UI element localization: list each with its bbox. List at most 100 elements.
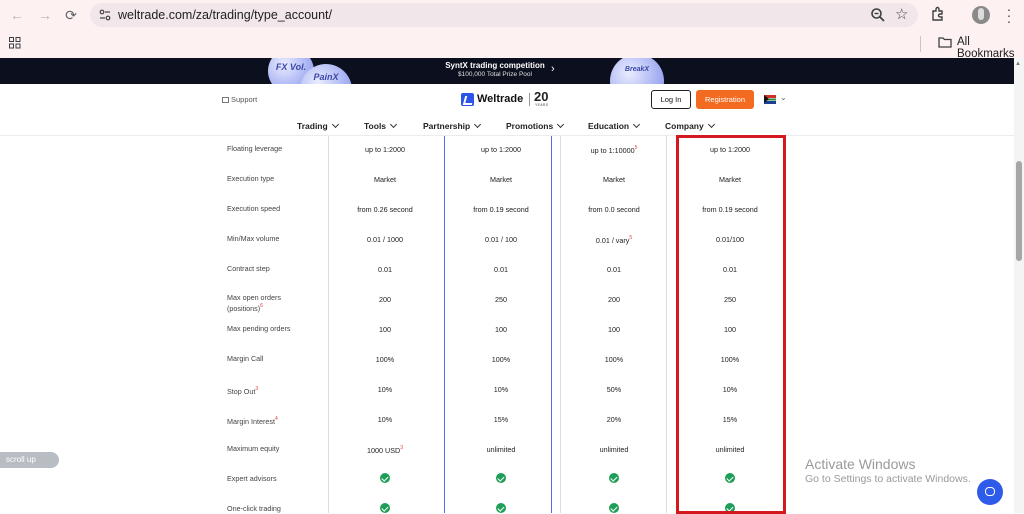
cell-value: 100 — [608, 325, 620, 334]
cell-c3: 200 — [559, 295, 669, 304]
registration-button[interactable]: Registration — [696, 90, 754, 109]
scroll-up-arrow-icon[interactable]: ▲ — [1015, 61, 1021, 67]
chevron-down-icon — [390, 120, 398, 129]
row-label: Min/Max volume — [227, 235, 317, 243]
site-header: Support Weltrade 20 YEARS Log In Registr… — [0, 84, 1014, 136]
scroll-up-button[interactable]: scroll up — [0, 452, 59, 468]
cell-value: 100 — [495, 325, 507, 334]
nav-education[interactable]: Education — [588, 120, 641, 131]
cell-c1: up to 1:2000 — [330, 145, 440, 154]
row-label: Max pending orders — [227, 325, 317, 333]
activate-subtitle: Go to Settings to activate Windows. — [805, 473, 971, 485]
row-label: Execution type — [227, 175, 317, 183]
footnote-mark[interactable]: 5 — [635, 145, 638, 151]
table-row: Max pending orders 100 100 100 100 — [0, 316, 1014, 346]
footnote-mark[interactable]: 6 — [260, 303, 263, 309]
cell-value: 0.01 — [607, 265, 621, 274]
cell-c3: 20% — [559, 415, 669, 424]
cell-c1: 0.01 — [330, 265, 440, 274]
folder-icon[interactable] — [938, 37, 952, 48]
nav-company[interactable]: Company — [665, 120, 715, 131]
row-label: One-click trading — [227, 505, 317, 513]
cell-value: up to 1:2000 — [481, 145, 521, 154]
cell-c3: 0.01 — [559, 265, 669, 274]
login-button[interactable]: Log In — [651, 90, 691, 109]
site-info-icon[interactable] — [99, 9, 111, 21]
apps-grid-icon[interactable] — [9, 37, 21, 49]
logo-divider — [529, 93, 530, 106]
south-africa-flag-icon — [764, 95, 776, 104]
row-label-text: Stop Out — [227, 387, 256, 396]
table-row: Margin Call 100% 100% 100% 100% — [0, 346, 1014, 376]
check-icon — [380, 503, 390, 513]
cell-value: up to 1:2000 — [365, 145, 405, 154]
support-label[interactable]: Support — [231, 95, 257, 104]
cell-c2: 100% — [446, 355, 556, 364]
cell-value: 0.01 / 100 — [485, 235, 517, 244]
row-label-text: Execution speed — [227, 204, 281, 213]
nav-promotions[interactable]: Promotions — [506, 120, 565, 131]
cell-value: from 0.0 second — [588, 205, 640, 214]
chat-icon — [222, 97, 229, 103]
footnote-mark[interactable]: 4 — [275, 416, 278, 422]
row-label-text: Margin Call — [227, 354, 264, 363]
nav-trading[interactable]: Trading — [297, 120, 339, 131]
nav-company-label[interactable]: Company — [665, 121, 704, 131]
cell-c2 — [446, 503, 556, 513]
extensions-icon[interactable] — [930, 6, 946, 22]
nav-partnership[interactable]: Partnership — [423, 120, 482, 131]
cell-c3: up to 1:100005 — [559, 145, 669, 155]
cell-c3: unlimited — [559, 445, 669, 454]
chevron-down-icon — [557, 120, 565, 129]
table-row: Max open orders (positions)6 200 250 200 250 — [0, 286, 1014, 316]
cell-value: 250 — [495, 295, 507, 304]
chevron-down-icon: ⌄ — [780, 93, 787, 102]
row-label-text: Contract step — [227, 264, 270, 273]
cell-value: 50% — [606, 385, 622, 394]
row-label-text: Floating leverage — [227, 144, 283, 153]
cell-c1 — [330, 473, 440, 485]
cell-value: from 0.19 second — [473, 205, 529, 214]
row-label: Contract step — [227, 265, 317, 273]
nav-tools-label[interactable]: Tools — [364, 121, 386, 131]
url-text[interactable]: weltrade.com/za/trading/type_account/ — [118, 8, 332, 22]
cell-value: 0.01 / vary — [595, 236, 630, 245]
promo-banner[interactable]: FX Vol. PainX BreakX SyntX trading compe… — [0, 58, 1014, 84]
cell-c3: 100% — [559, 355, 669, 364]
chevron-right-icon[interactable]: › — [551, 63, 555, 75]
reload-icon[interactable]: ⟳ — [62, 6, 80, 24]
nav-promotions-label[interactable]: Promotions — [506, 121, 553, 131]
cell-c3: 100 — [559, 325, 669, 334]
address-bar[interactable]: weltrade.com/za/trading/type_account/ ☆ — [90, 3, 918, 27]
chat-support-button[interactable] — [977, 479, 1003, 505]
page-scrollbar[interactable]: ▲ — [1014, 58, 1024, 513]
promo-title: SyntX trading competition — [445, 61, 545, 70]
back-arrow-icon[interactable]: ← — [8, 6, 26, 24]
zoom-icon[interactable] — [870, 7, 886, 23]
cell-c3: Market — [559, 175, 669, 184]
check-icon — [496, 473, 506, 483]
language-selector[interactable]: ⌄ — [762, 93, 790, 107]
activate-title: Activate Windows — [805, 456, 916, 472]
more-menu-icon[interactable]: · · · — [1005, 2, 1013, 28]
footnote-mark[interactable]: 3 — [400, 445, 403, 451]
footnote-mark[interactable]: 5 — [629, 235, 632, 241]
row-label: Maximum equity — [227, 445, 317, 453]
forward-arrow-icon[interactable]: → — [36, 6, 54, 24]
support-link[interactable]: Support — [222, 95, 257, 104]
nav-partnership-label[interactable]: Partnership — [423, 121, 470, 131]
nav-trading-label[interactable]: Trading — [297, 121, 328, 131]
check-icon — [609, 503, 619, 513]
profile-avatar[interactable] — [972, 6, 990, 24]
nav-education-label[interactable]: Education — [588, 121, 629, 131]
bookmark-star-icon[interactable]: ☆ — [895, 5, 908, 23]
scrollbar-thumb[interactable] — [1016, 161, 1022, 261]
footnote-mark[interactable]: 3 — [255, 386, 258, 392]
all-bookmarks-link[interactable]: All Bookmarks — [957, 36, 1024, 60]
cell-value: unlimited — [599, 445, 629, 454]
cell-value: 1000 USD — [367, 446, 401, 455]
nav-tools[interactable]: Tools — [364, 120, 398, 131]
check-icon — [609, 473, 619, 483]
row-label: Margin Interest4 — [227, 415, 317, 426]
row-label-text: One-click trading — [227, 504, 281, 513]
